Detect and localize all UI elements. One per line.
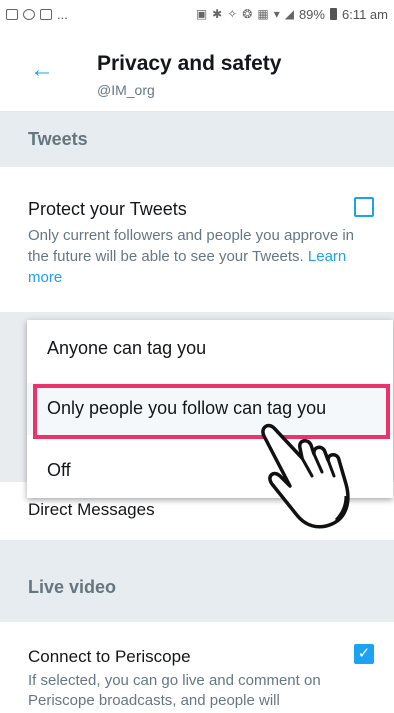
section-header-tweets: Tweets [0,112,394,167]
bluetooth-icon: ✱ [212,7,223,21]
periscope-description: If selected, you can go live and comment… [28,672,321,709]
back-arrow-icon[interactable]: ← [30,58,54,82]
signal-icon: ◢ [284,7,294,21]
section-title-live-video: Live video [28,577,117,597]
mail-icon [40,8,52,20]
wifi-icon: ▾ [273,7,280,21]
page-title: Privacy and safety [97,52,282,75]
status-right: ▣ ✱ ✧ ❂ ▦ ▾ ◢ 89% 6:11 am [196,7,388,22]
mute-icon: ✧ [227,7,238,21]
status-left: ... [6,7,68,22]
photo-tagging-menu: Anyone can tag you Only people you follo… [27,320,393,498]
tag-option-label: Off [47,460,71,480]
status-bar: ... ▣ ✱ ✧ ❂ ▦ ▾ ◢ 89% 6:11 am [0,0,394,28]
periscope-setting[interactable]: Connect to Periscope ✓ If selected, you … [0,622,394,713]
battery-percent: 89% [298,6,325,22]
volte-icon: ▦ [257,7,269,21]
protect-tweets-title: Protect your Tweets [28,199,187,219]
protect-tweets-description: Only current followers and people you ap… [28,225,358,288]
tag-option-label: Anyone can tag you [47,338,207,358]
battery-icon [329,8,337,20]
alarm-icon: ❂ [242,7,253,21]
protect-desc-text: Only current followers and people you ap… [28,227,355,265]
tag-option-off[interactable]: Off [27,442,393,500]
section-title-tweets: Tweets [28,129,88,149]
clock: 6:11 am [341,6,388,22]
tag-option-label: Only people you follow can tag you [47,398,327,418]
tag-option-followed[interactable]: Only people you follow can tag you [27,383,393,435]
direct-messages-label: Direct Messages [28,500,155,519]
whatsapp-icon [23,8,35,20]
gallery-icon [6,8,18,20]
status-more: ... [57,6,68,22]
lock-icon: ▣ [195,7,208,21]
tag-option-anyone[interactable]: Anyone can tag you [27,320,393,378]
periscope-title: Connect to Periscope [28,647,191,666]
protect-tweets-setting[interactable]: Protect your Tweets Only current followe… [0,167,394,312]
app-header: ← Privacy and safety @IM_org [0,28,394,112]
checkmark-icon: ✓ [357,645,371,662]
periscope-checkbox[interactable]: ✓ [354,644,374,664]
protect-tweets-checkbox[interactable] [354,197,374,217]
account-handle: @IM_org [97,82,155,98]
